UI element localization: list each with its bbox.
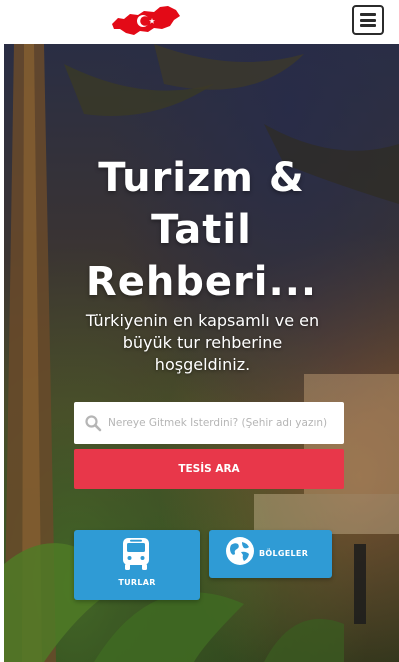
hero-subtitle-line-2: büyük tur rehberine bbox=[122, 333, 283, 352]
globe-icon bbox=[226, 537, 254, 565]
top-header bbox=[0, 0, 399, 44]
menu-bar-top bbox=[360, 13, 376, 16]
search-input[interactable] bbox=[108, 402, 340, 444]
menu-bar-bottom bbox=[360, 24, 376, 27]
hero-title: Turizm & Tatil Rehberi... bbox=[4, 152, 399, 308]
hero-title-line-1: Turizm & bbox=[98, 155, 305, 201]
regions-tile-label: BÖLGELER bbox=[259, 549, 309, 558]
hero-subtitle: Türkiyenin en kapsamlı ve en büyük tur r… bbox=[70, 310, 335, 376]
regions-tile-button[interactable]: BÖLGELER bbox=[209, 530, 332, 578]
turkey-flag-map-icon[interactable] bbox=[110, 2, 182, 40]
hero-title-line-3: Rehberi... bbox=[85, 259, 318, 305]
search-box bbox=[74, 402, 344, 444]
hamburger-menu-icon[interactable] bbox=[352, 5, 384, 35]
hero-subtitle-line-3: hoşgeldiniz. bbox=[154, 355, 251, 374]
hero-subtitle-line-1: Türkiyenin en kapsamlı ve en bbox=[85, 311, 320, 330]
menu-bar-middle bbox=[360, 18, 376, 22]
search-icon bbox=[85, 415, 102, 432]
tours-tile-label: TURLAR bbox=[118, 578, 156, 587]
bus-icon bbox=[123, 538, 149, 570]
hero-section: Turizm & Tatil Rehberi... Türkiyenin en … bbox=[4, 44, 399, 662]
search-submit-button[interactable]: TESİS ARA bbox=[74, 449, 344, 489]
tours-tile-button[interactable]: TURLAR bbox=[74, 530, 200, 600]
hero-title-line-2: Tatil bbox=[151, 207, 252, 253]
